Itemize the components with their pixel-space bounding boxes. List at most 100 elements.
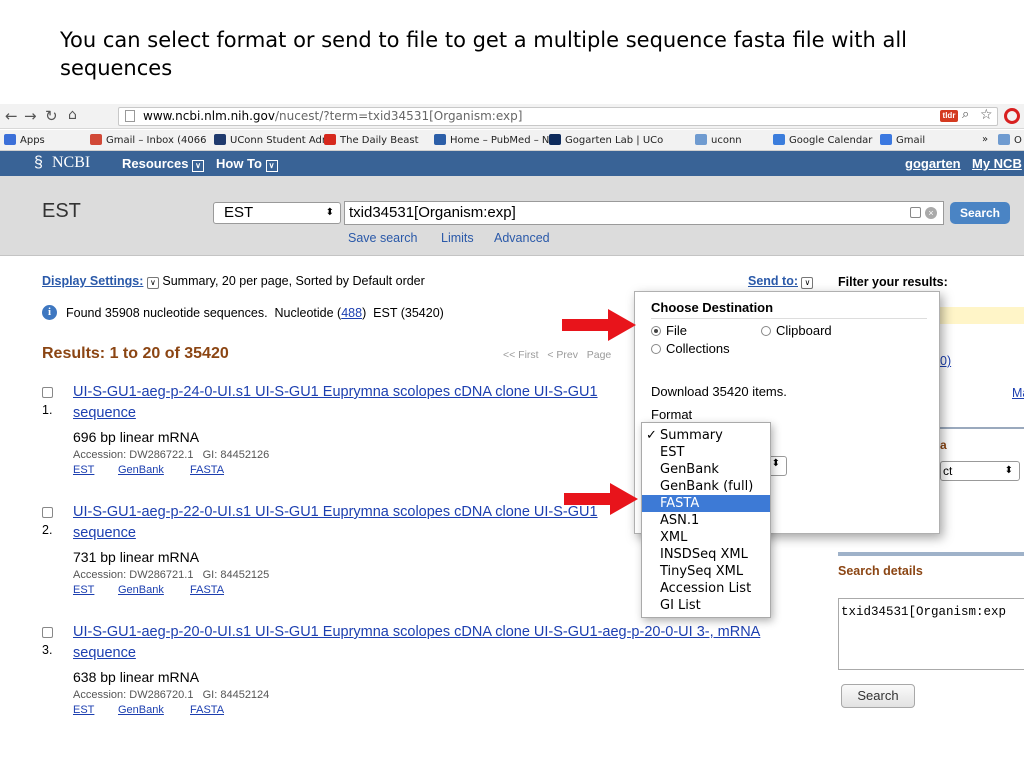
bookmarks-bar: Apps Gmail – Inbox (4066 UConn Student Adm…	[0, 130, 1024, 151]
format-option[interactable]: GI List	[642, 597, 770, 614]
zoom-icon[interactable]: ⌕	[962, 107, 969, 122]
manage-filters-link[interactable]: Ma	[1012, 386, 1024, 400]
search-details-box[interactable]: txid34531[Organism:exp	[838, 598, 1024, 670]
download-count: Download 35420 items.	[651, 384, 787, 399]
database-select[interactable]: EST ⬍	[213, 202, 341, 224]
bookmark-9[interactable]: »	[982, 134, 988, 145]
collections-label: Collections	[666, 341, 730, 356]
result-title-link-cont[interactable]: sequence	[73, 405, 136, 421]
pubmed-icon	[434, 134, 446, 145]
format-option-label: INSDSeq XML	[660, 547, 748, 562]
ncbi-logo-icon[interactable]: §	[34, 154, 43, 172]
est-link[interactable]: EST	[73, 704, 94, 716]
howto-menu[interactable]: How To ∨	[216, 156, 278, 172]
clear-icon[interactable]: ×	[925, 207, 937, 219]
fasta-link[interactable]: FASTA	[190, 704, 224, 716]
genbank-link[interactable]: GenBank	[118, 464, 164, 476]
bookmark-5[interactable]: Gogarten Lab | UCo	[549, 134, 663, 146]
chevron-down-icon: ∨	[265, 160, 278, 172]
format-option[interactable]: GenBank (full)	[642, 478, 770, 495]
display-settings-link[interactable]: Display Settings:	[42, 274, 143, 288]
pager[interactable]: << First < Prev Page	[503, 349, 611, 361]
back-arrow-icon[interactable]: ←	[5, 107, 18, 125]
bookmark-label: Gogarten Lab | UCo	[565, 135, 664, 146]
result-title-link-cont[interactable]: sequence	[73, 645, 136, 661]
format-option[interactable]: ✓ Summary	[642, 427, 770, 444]
format-option-label: EST	[660, 445, 685, 460]
search-input[interactable]: txid34531[Organism:exp] ×	[344, 201, 944, 225]
est-link[interactable]: EST	[73, 464, 94, 476]
details-search-button[interactable]: Search	[841, 684, 915, 708]
nucleotide-count-link[interactable]: 488	[341, 306, 362, 320]
bookmark-10[interactable]: O	[998, 134, 1022, 146]
browser-window: ← → ↻ ⌂ www.ncbi.nlm.nih.gov/nucest/?ter…	[0, 104, 1024, 734]
home-icon[interactable]: ⌂	[68, 107, 77, 123]
chevron-down-icon[interactable]: ∨	[146, 277, 159, 289]
panel-select[interactable]: ct ⬍	[940, 461, 1020, 481]
fasta-link[interactable]: FASTA	[190, 464, 224, 476]
bookmark-0[interactable]: Apps	[4, 134, 45, 146]
save-search-link[interactable]: Save search	[348, 231, 417, 245]
select-updown-icon: ⬍	[325, 207, 334, 218]
results-header: Results: 1 to 20 of 35420	[42, 345, 229, 362]
reload-icon[interactable]: ↻	[45, 107, 58, 125]
ncbi-header: § NCBI Resources ∨ How To ∨ gogarten My …	[0, 151, 1024, 176]
found-rest: ) EST (35420)	[362, 306, 444, 320]
bookmark-star-icon[interactable]: ☆	[980, 107, 993, 123]
url-input[interactable]: www.ncbi.nlm.nih.gov/nucest/?term=txid34…	[118, 107, 998, 126]
result-checkbox[interactable]	[42, 627, 53, 638]
format-option[interactable]: GenBank	[642, 461, 770, 478]
collections-radio[interactable]: Collections	[651, 341, 730, 356]
filter-count-link[interactable]: 0)	[940, 354, 951, 368]
bookmark-6[interactable]: uconn	[695, 134, 742, 146]
bookmark-1[interactable]: Gmail – Inbox (4066	[90, 134, 206, 146]
result-title-link-cont[interactable]: sequence	[73, 525, 136, 541]
limits-link[interactable]: Limits	[441, 231, 474, 245]
folder-icon	[695, 134, 707, 145]
forward-arrow-icon[interactable]: →	[24, 107, 37, 125]
clipboard-radio[interactable]: Clipboard	[761, 323, 832, 338]
fasta-link[interactable]: FASTA	[190, 584, 224, 596]
ncbi-logo-text[interactable]: NCBI	[52, 154, 90, 172]
slide-caption: You can select format or send to file to…	[60, 28, 907, 80]
bookmark-label: uconn	[711, 135, 742, 146]
uconn-husky-icon	[549, 134, 561, 145]
bookmark-2[interactable]: UConn Student Adm	[214, 134, 332, 146]
result-checkbox[interactable]	[42, 507, 53, 518]
genbank-link[interactable]: GenBank	[118, 704, 164, 716]
result-accession: Accession: DW286722.1 GI: 84452126	[73, 449, 270, 461]
result-title-link[interactable]: UI-S-GU1-aeg-p-20-0-UI.s1 UI-S-GU1 Eupry…	[73, 624, 760, 640]
bookmark-7[interactable]: Google Calendar	[773, 134, 872, 146]
bookmark-4[interactable]: Home – PubMed – N	[434, 134, 549, 146]
format-option[interactable]: FASTA	[642, 495, 770, 512]
send-to-menu[interactable]: Send to: ∨	[748, 274, 814, 289]
bookmark-label: »	[982, 134, 989, 145]
result-checkbox[interactable]	[42, 387, 53, 398]
bookmark-3[interactable]: The Daily Beast	[324, 134, 419, 146]
format-option[interactable]: TinySeq XML	[642, 563, 770, 580]
genbank-link[interactable]: GenBank	[118, 584, 164, 596]
bookmark-label: Apps	[20, 135, 45, 146]
myncbi-link[interactable]: My NCB	[972, 156, 1022, 171]
search-button[interactable]: Search	[950, 202, 1010, 224]
tldr-extension-icon[interactable]: tldr	[940, 110, 958, 122]
adblock-icon[interactable]	[1004, 108, 1020, 124]
resources-menu[interactable]: Resources ∨	[122, 156, 205, 172]
format-option[interactable]: INSDSeq XML	[642, 546, 770, 563]
file-radio[interactable]: File	[651, 323, 687, 338]
format-option[interactable]: Accession List	[642, 580, 770, 597]
est-link[interactable]: EST	[73, 584, 94, 596]
bookmark-8[interactable]: Gmail	[880, 134, 925, 146]
display-settings-value: Summary, 20 per page, Sorted by Default …	[162, 274, 425, 288]
result-title-link[interactable]: UI-S-GU1-aeg-p-22-0-UI.s1 UI-S-GU1 Eupry…	[73, 504, 598, 520]
advanced-link[interactable]: Advanced	[494, 231, 550, 245]
details-icon[interactable]	[910, 207, 921, 218]
bookmark-label: The Daily Beast	[340, 135, 419, 146]
format-option[interactable]: ASN.1	[642, 512, 770, 529]
format-option[interactable]: XML	[642, 529, 770, 546]
result-title-link[interactable]: UI-S-GU1-aeg-p-24-0-UI.s1 UI-S-GU1 Eupry…	[73, 384, 598, 400]
user-link[interactable]: gogarten	[905, 156, 961, 171]
result-description: 696 bp linear mRNA	[73, 429, 200, 445]
filter-highlight-bar	[940, 307, 1024, 324]
format-option[interactable]: EST	[642, 444, 770, 461]
